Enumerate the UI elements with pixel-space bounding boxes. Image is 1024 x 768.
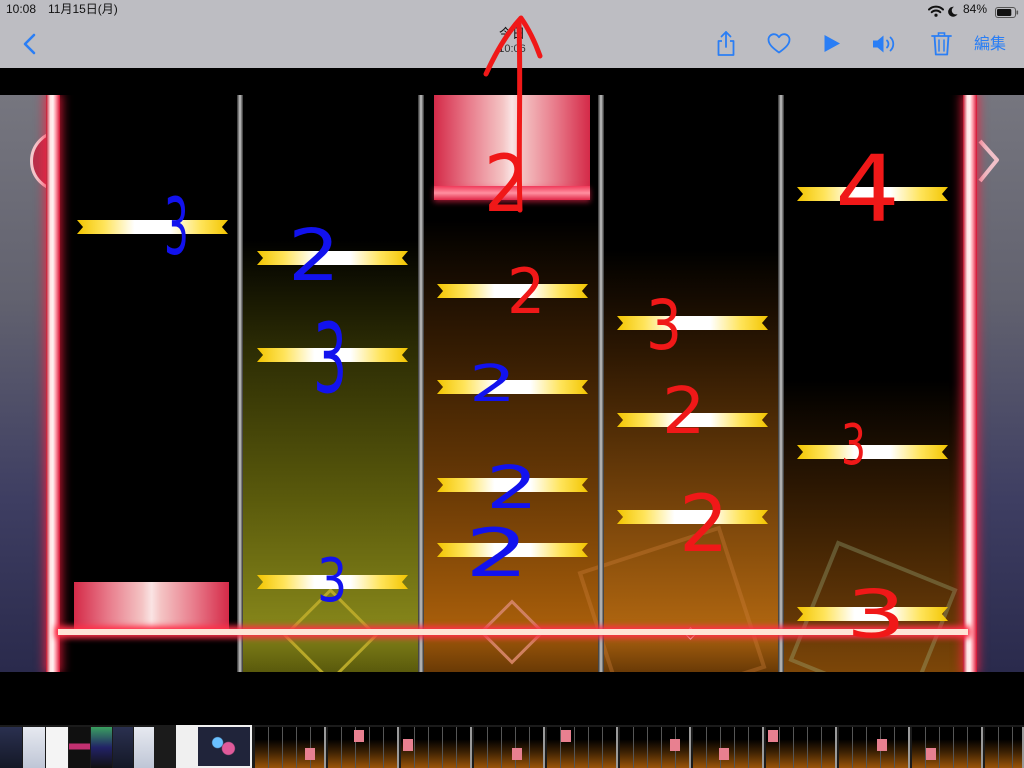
hold-note-head — [434, 186, 590, 200]
tap-note — [797, 187, 948, 201]
thumbnail-hold-mark — [926, 748, 936, 760]
tap-note — [797, 607, 948, 621]
thumbnail-current[interactable] — [176, 725, 252, 768]
thumbnail-hold-mark — [719, 748, 729, 760]
status-time: 10:08 — [6, 2, 37, 16]
thumbnail-hold-mark — [670, 739, 680, 751]
heart-icon[interactable] — [767, 33, 791, 54]
tap-note — [437, 478, 588, 492]
judgment-line — [58, 629, 968, 635]
play-icon[interactable] — [823, 34, 841, 53]
circle-button-graphic — [30, 130, 47, 192]
battery-percent: 84% — [963, 2, 988, 16]
thumbnail[interactable] — [620, 727, 691, 768]
speaker-icon[interactable] — [872, 34, 899, 54]
lane-divider — [237, 95, 243, 672]
right-side-panel — [977, 95, 1024, 672]
lane-divider — [778, 95, 784, 672]
thumbnail[interactable] — [255, 727, 326, 768]
thumbnail-hold-mark — [512, 748, 522, 760]
status-date: 11月15日(月) — [48, 2, 118, 16]
thumbnail[interactable] — [0, 727, 22, 768]
tap-note — [797, 445, 948, 459]
thumbnail-hold-mark — [354, 730, 364, 742]
moon-icon — [948, 4, 958, 22]
battery-icon — [995, 5, 1019, 23]
thumbnail[interactable] — [693, 727, 764, 768]
chevron-left-icon[interactable] — [22, 33, 38, 55]
thumbnail-hold-mark — [877, 739, 887, 751]
thumbnail[interactable] — [69, 727, 90, 768]
thumbnail[interactable] — [91, 727, 112, 768]
top-toolbar: 10:08 11月15日(月) 84% 今日 10:06 編集 — [0, 0, 1024, 68]
trash-icon[interactable] — [931, 31, 952, 56]
lane-divider — [418, 95, 424, 672]
thumbnail-hold-mark — [561, 730, 571, 742]
playfield-layer — [0, 95, 1024, 672]
thumbnail[interactable] — [985, 727, 1024, 768]
thumbnail[interactable] — [839, 727, 910, 768]
nav-subtitle: 10:06 — [498, 43, 526, 55]
thumbnail[interactable] — [474, 727, 545, 768]
thumbnail[interactable] — [766, 727, 837, 768]
tap-note — [257, 251, 408, 265]
tap-note — [617, 510, 768, 524]
thumbnail[interactable] — [46, 727, 68, 768]
lane-divider — [598, 95, 604, 672]
nav-title: 今日 — [498, 26, 525, 41]
thumbnail[interactable] — [547, 727, 618, 768]
thumbnail[interactable] — [401, 727, 472, 768]
tap-note — [617, 316, 768, 330]
tap-note — [77, 220, 228, 234]
thumbnail-hold-mark — [305, 748, 315, 760]
share-icon[interactable] — [715, 30, 737, 57]
thumbnail[interactable] — [328, 727, 399, 768]
left-side-panel — [0, 95, 47, 672]
right-border — [963, 95, 977, 672]
hold-note — [434, 95, 590, 188]
tap-note — [257, 348, 408, 362]
thumbnail-hold-mark — [403, 739, 413, 751]
tap-note — [437, 380, 588, 394]
thumbnail-hold-mark — [768, 730, 778, 742]
tap-note — [437, 284, 588, 298]
thumbnail[interactable] — [134, 727, 154, 768]
photo-view[interactable] — [0, 68, 1024, 725]
edit-button[interactable]: 編集 — [974, 35, 1006, 55]
hold-note — [74, 582, 229, 634]
thumbnail[interactable] — [23, 727, 45, 768]
tap-note — [617, 413, 768, 427]
thumbnail[interactable] — [912, 727, 983, 768]
chevron-right-icon — [978, 139, 999, 183]
wifi-icon — [928, 4, 944, 22]
game-playfield — [0, 95, 1024, 672]
thumbnail[interactable] — [113, 727, 133, 768]
tap-note — [437, 543, 588, 557]
left-border — [46, 95, 60, 672]
thumbnail-strip[interactable] — [0, 725, 1024, 768]
tap-note — [257, 575, 408, 589]
